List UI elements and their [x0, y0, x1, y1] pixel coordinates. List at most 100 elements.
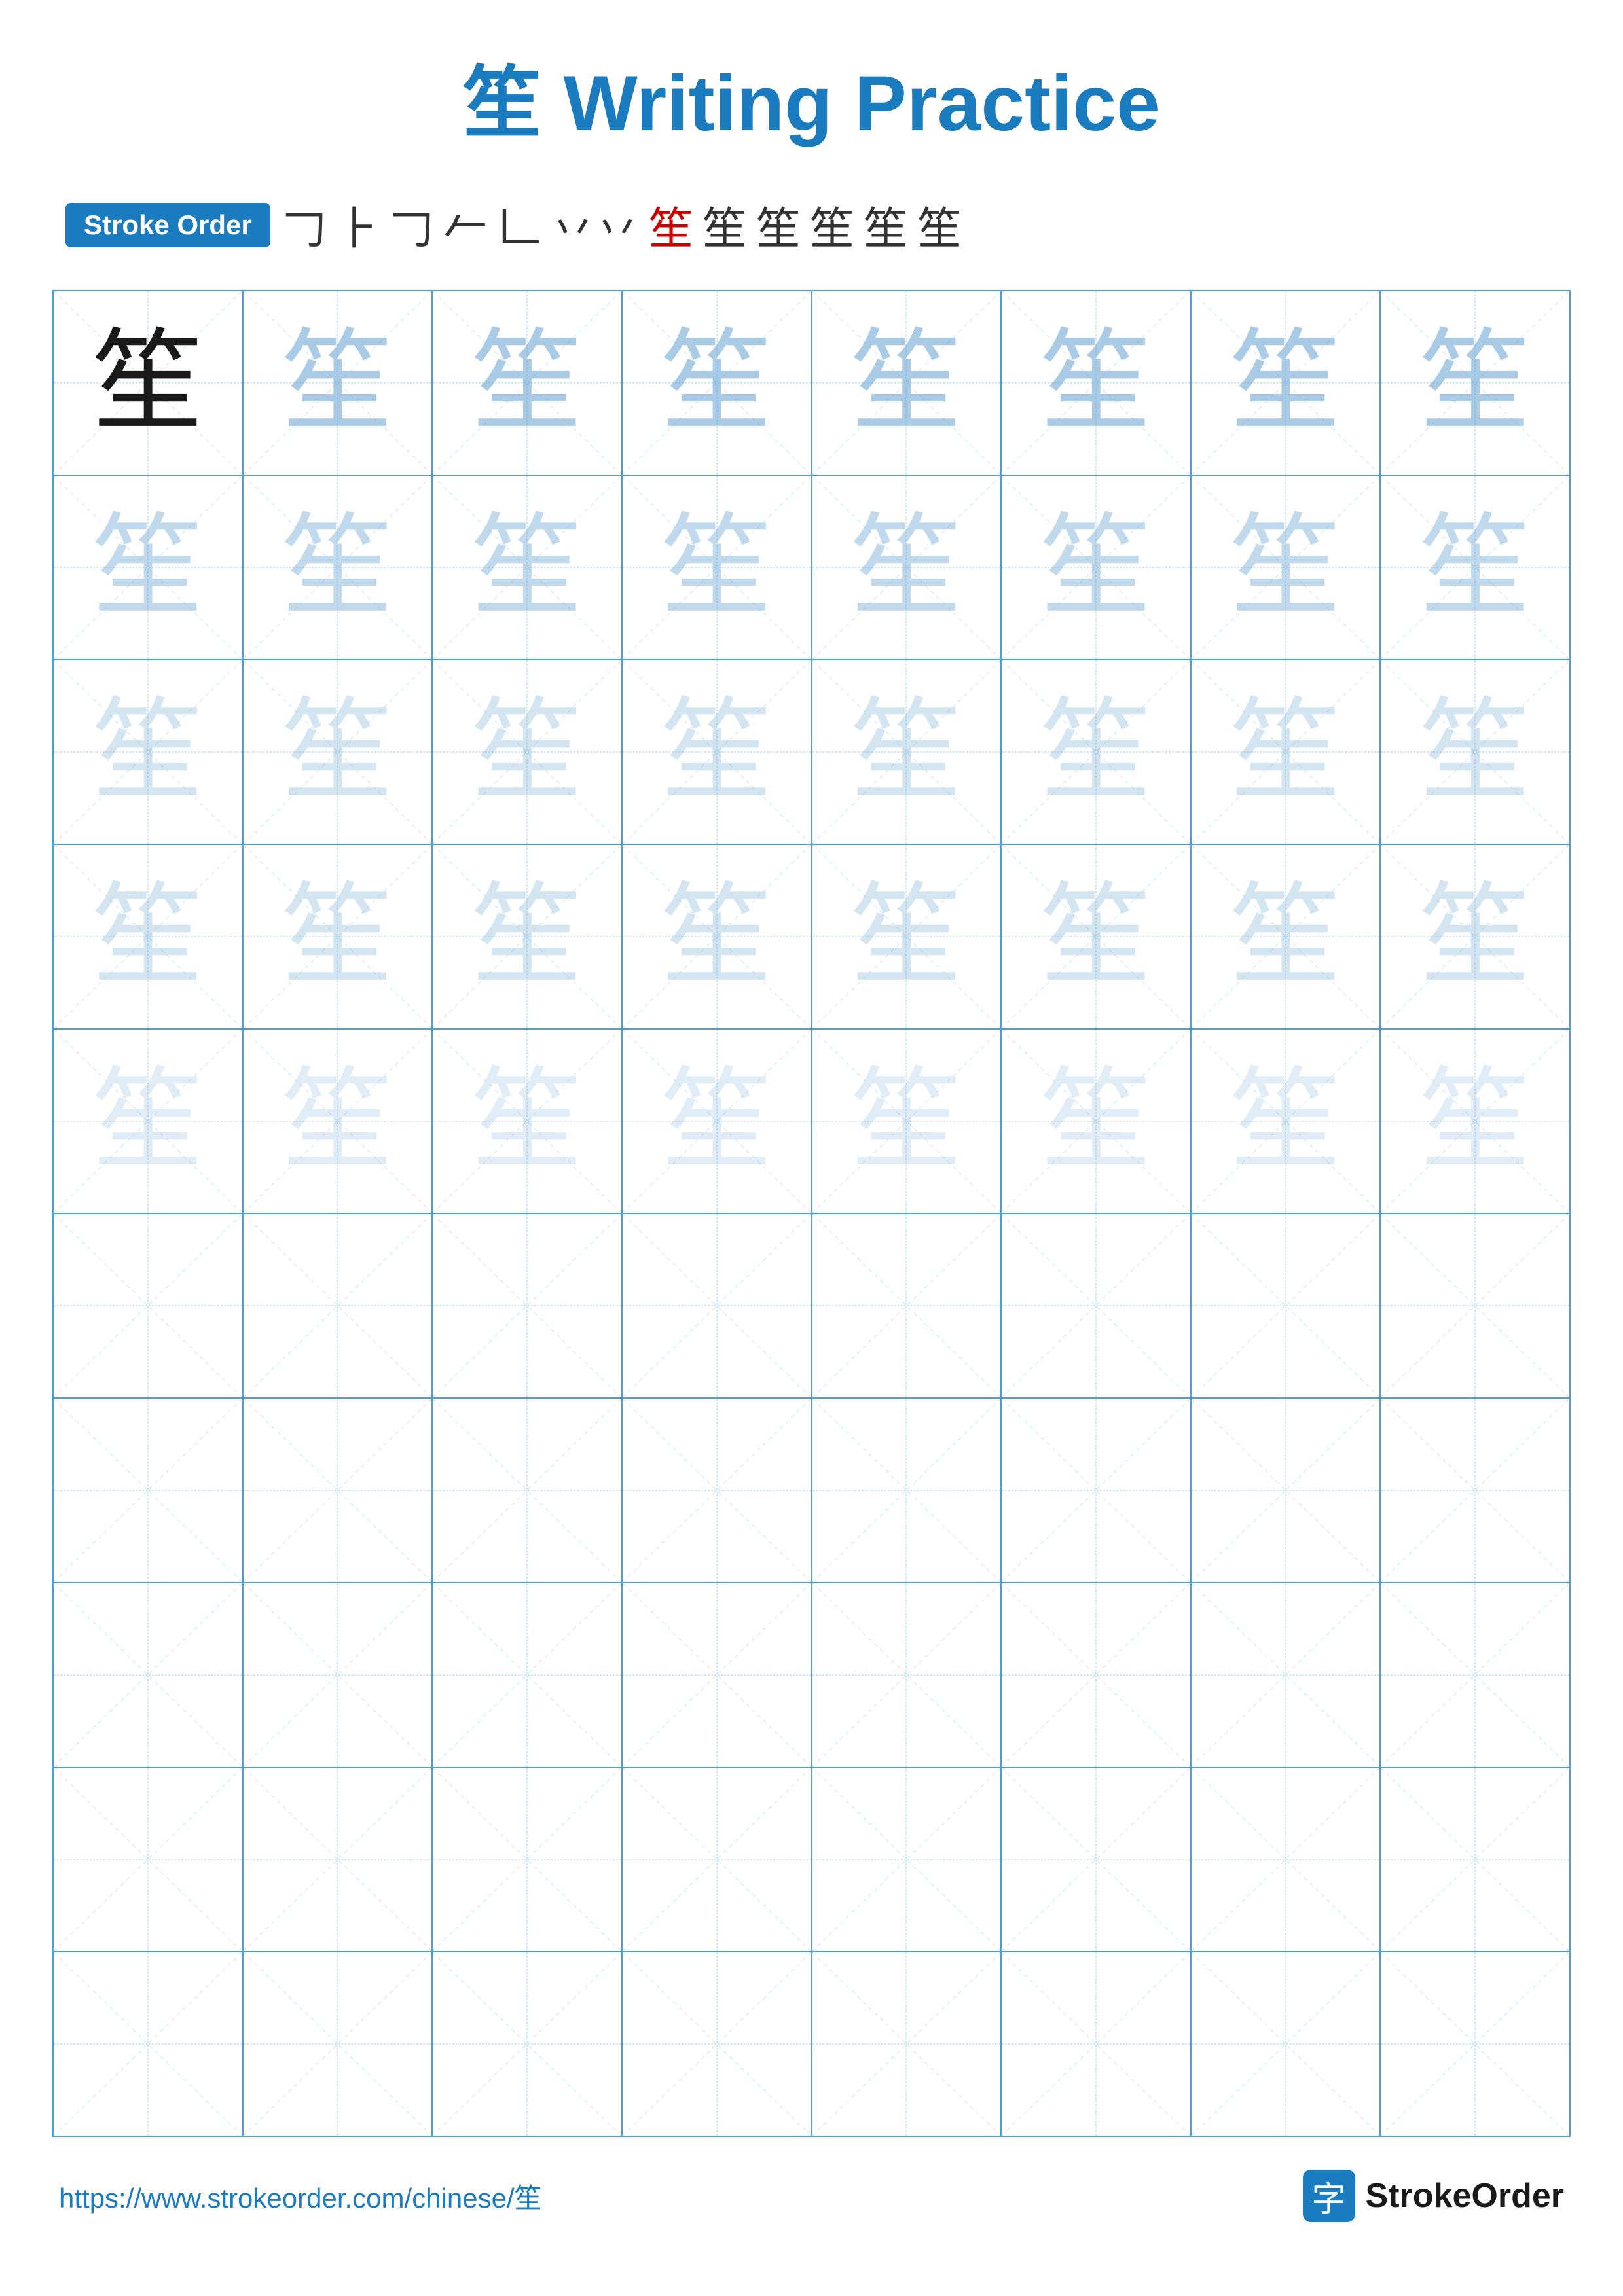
title-text: Writing Practice	[541, 60, 1160, 147]
practice-char-l1: 笙	[1230, 327, 1341, 439]
practice-char-l1: 笙	[661, 327, 773, 439]
stroke-3: 𠃌	[390, 192, 434, 257]
grid-cell-4-5: 笙	[812, 845, 1002, 1028]
grid-cell-6-5	[812, 1214, 1002, 1397]
grid-cell-1-7: 笙	[1192, 291, 1381, 475]
grid-row-3: 笙 笙 笙 笙 笙 笙 笙 笙	[54, 660, 1569, 845]
grid-cell-7-6	[1002, 1399, 1192, 1582]
grid-cell-4-4: 笙	[623, 845, 812, 1028]
grid-cell-9-2	[244, 1768, 433, 1951]
grid-cell-2-7: 笙	[1192, 476, 1381, 659]
grid-cell-4-1: 笙	[54, 845, 244, 1028]
grid-cell-3-4: 笙	[623, 660, 812, 844]
grid-cell-8-1	[54, 1583, 244, 1767]
grid-cell-6-6	[1002, 1214, 1192, 1397]
grid-row-7	[54, 1399, 1569, 1583]
grid-cell-3-5: 笙	[812, 660, 1002, 844]
stroke-1: 𠃌	[282, 192, 327, 257]
stroke-10: 笙	[810, 192, 854, 257]
grid-row-6	[54, 1214, 1569, 1399]
grid-row-4: 笙 笙 笙 笙 笙 笙 笙 笙	[54, 845, 1569, 1030]
grid-cell-9-7	[1192, 1768, 1381, 1951]
grid-row-1: 笙 笙 笙 笙 笙 笙 笙 笙	[54, 291, 1569, 476]
grid-cell-4-7: 笙	[1192, 845, 1381, 1028]
grid-cell-7-3	[433, 1399, 623, 1582]
grid-cell-8-4	[623, 1583, 812, 1767]
stroke-order-badge: Stroke Order	[65, 203, 270, 247]
practice-char-l1: 笙	[1040, 327, 1152, 439]
grid-cell-8-3	[433, 1583, 623, 1767]
footer: https://www.strokeorder.com/chinese/笙 字 …	[52, 2170, 1571, 2222]
grid-cell-6-3	[433, 1214, 623, 1397]
grid-cell-1-2: 笙	[244, 291, 433, 475]
footer-logo-text: StrokeOrder	[1366, 2176, 1564, 2215]
grid-cell-2-8: 笙	[1381, 476, 1569, 659]
grid-cell-10-2	[244, 1952, 433, 2136]
grid-cell-5-8: 笙	[1381, 1030, 1569, 1213]
grid-cell-9-1	[54, 1768, 244, 1951]
grid-cell-2-1: 笙	[54, 476, 244, 659]
grid-cell-6-8	[1381, 1214, 1569, 1397]
grid-cell-10-4	[623, 1952, 812, 2136]
footer-url: https://www.strokeorder.com/chinese/笙	[59, 2176, 542, 2216]
grid-row-10	[54, 1952, 1569, 2136]
stroke-12: 笙	[917, 192, 962, 257]
page-title: 笙 Writing Practice	[52, 39, 1571, 153]
grid-cell-5-7: 笙	[1192, 1030, 1381, 1213]
grid-cell-3-1: 笙	[54, 660, 244, 844]
grid-cell-9-3	[433, 1768, 623, 1951]
practice-char-l1: 笙	[282, 327, 393, 439]
grid-row-2: 笙 笙 笙 笙 笙 笙 笙 笙	[54, 476, 1569, 660]
grid-cell-10-5	[812, 1952, 1002, 2136]
grid-cell-9-5	[812, 1768, 1002, 1951]
grid-cell-8-2	[244, 1583, 433, 1767]
practice-char-l1: 笙	[471, 327, 583, 439]
grid-cell-7-1	[54, 1399, 244, 1582]
grid-cell-3-6: 笙	[1002, 660, 1192, 844]
grid-cell-5-2: 笙	[244, 1030, 433, 1213]
stroke-9: 笙	[756, 192, 801, 257]
stroke-5: 𠃊	[497, 192, 541, 257]
grid-cell-3-2: 笙	[244, 660, 433, 844]
stroke-7: 笙	[649, 192, 693, 257]
grid-cell-3-8: 笙	[1381, 660, 1569, 844]
grid-cell-1-4: 笙	[623, 291, 812, 475]
grid-cell-2-3: 笙	[433, 476, 623, 659]
grid-cell-2-4: 笙	[623, 476, 812, 659]
grid-cell-1-6: 笙	[1002, 291, 1192, 475]
grid-cell-3-3: 笙	[433, 660, 623, 844]
grid-cell-10-1	[54, 1952, 244, 2136]
grid-cell-6-1	[54, 1214, 244, 1397]
grid-cell-1-5: 笙	[812, 291, 1002, 475]
grid-cell-8-8	[1381, 1583, 1569, 1767]
grid-cell-7-2	[244, 1399, 433, 1582]
grid-cell-7-5	[812, 1399, 1002, 1582]
grid-cell-5-1: 笙	[54, 1030, 244, 1213]
grid-row-5: 笙 笙 笙 笙 笙 笙 笙 笙	[54, 1030, 1569, 1214]
practice-char-l1: 笙	[850, 327, 962, 439]
grid-cell-5-5: 笙	[812, 1030, 1002, 1213]
stroke-8: 笙	[702, 192, 747, 257]
grid-cell-10-7	[1192, 1952, 1381, 2136]
stroke-6: 丷丷	[551, 192, 640, 257]
footer-logo: 字 StrokeOrder	[1303, 2170, 1564, 2222]
grid-cell-5-6: 笙	[1002, 1030, 1192, 1213]
grid-cell-1-3: 笙	[433, 291, 623, 475]
stroke-4: 𠂉	[443, 192, 488, 257]
practice-char-dark: 笙	[92, 327, 204, 439]
grid-row-9	[54, 1768, 1569, 1952]
grid-cell-2-2: 笙	[244, 476, 433, 659]
grid-cell-3-7: 笙	[1192, 660, 1381, 844]
grid-cell-8-7	[1192, 1583, 1381, 1767]
grid-cell-8-5	[812, 1583, 1002, 1767]
grid-cell-9-8	[1381, 1768, 1569, 1951]
grid-row-8	[54, 1583, 1569, 1768]
grid-cell-6-2	[244, 1214, 433, 1397]
grid-cell-4-3: 笙	[433, 845, 623, 1028]
stroke-order-row: Stroke Order 𠃌 ⺊ 𠃌 𠂉 𠃊 丷丷 笙 笙 笙 笙 笙 笙	[52, 192, 1571, 257]
grid-cell-4-8: 笙	[1381, 845, 1569, 1028]
grid-cell-9-4	[623, 1768, 812, 1951]
grid-cell-4-6: 笙	[1002, 845, 1192, 1028]
grid-cell-10-8	[1381, 1952, 1569, 2136]
grid-cell-9-6	[1002, 1768, 1192, 1951]
